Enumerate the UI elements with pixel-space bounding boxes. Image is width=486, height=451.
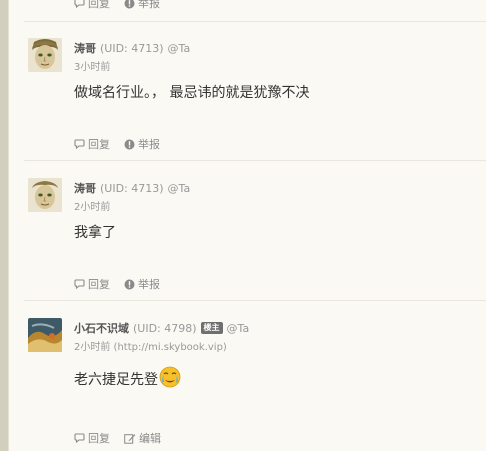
top-post-actions: 回复 举报 bbox=[74, 0, 174, 11]
divider bbox=[24, 21, 486, 22]
avatar[interactable] bbox=[28, 178, 62, 212]
post-actions: 回复 举报 bbox=[74, 136, 174, 152]
at-ta-link[interactable]: @Ta bbox=[168, 42, 191, 55]
report-button[interactable]: 举报 bbox=[124, 136, 160, 152]
author-uid: (UID: 4798) bbox=[133, 321, 197, 335]
comment-icon bbox=[74, 279, 85, 289]
report-label: 举报 bbox=[138, 138, 160, 151]
report-button[interactable]: 举报 bbox=[124, 276, 160, 292]
post-meta: 小石不识域 (UID: 4798) 楼主 @Ta bbox=[74, 320, 249, 336]
post-text: 我拿了 bbox=[74, 225, 116, 241]
author-uid: (UID: 4713) bbox=[100, 41, 164, 55]
post-content: 老六捷足先登 bbox=[74, 366, 181, 392]
edit-label: 编辑 bbox=[139, 432, 161, 445]
avatar[interactable] bbox=[28, 38, 62, 72]
report-label: 举报 bbox=[138, 278, 160, 291]
comment-icon bbox=[74, 0, 85, 8]
reply-label: 回复 bbox=[88, 138, 110, 151]
avatar[interactable] bbox=[28, 318, 62, 352]
reply-button[interactable]: 回复 bbox=[74, 136, 110, 152]
comment-icon bbox=[74, 139, 85, 149]
edit-button[interactable]: 编辑 bbox=[124, 430, 161, 446]
post-actions: 回复 编辑 bbox=[74, 430, 175, 446]
post-actions: 回复 举报 bbox=[74, 276, 174, 292]
reply-label: 回复 bbox=[88, 432, 110, 445]
post-time: 2小时前 (http://mi.skybook.vip) bbox=[74, 342, 227, 353]
at-ta-link[interactable]: @Ta bbox=[227, 322, 250, 335]
author-uid: (UID: 4713) bbox=[100, 181, 164, 195]
post-item: 涛哥 (UID: 4713) @Ta 2小时前 我拿了 回复 举报 bbox=[0, 178, 486, 298]
reply-label: 回复 bbox=[88, 278, 110, 291]
post-time: 3小时前 bbox=[74, 62, 111, 73]
at-ta-link[interactable]: @Ta bbox=[168, 182, 191, 195]
post-meta: 涛哥 (UID: 4713) @Ta bbox=[74, 40, 190, 56]
post-meta: 涛哥 (UID: 4713) @Ta bbox=[74, 180, 190, 196]
post-content: 做域名行业。， 最忌讳的就是犹豫不决 bbox=[74, 82, 309, 102]
reply-button[interactable]: 回复 bbox=[74, 430, 110, 446]
post-text: 老六捷足先登 bbox=[74, 372, 158, 388]
op-badge: 楼主 bbox=[200, 322, 223, 334]
reply-label: 回复 bbox=[88, 0, 110, 10]
post-item: 小石不识域 (UID: 4798) 楼主 @Ta 2小时前 (http://mi… bbox=[0, 318, 486, 451]
divider bbox=[24, 300, 486, 301]
author-name[interactable]: 涛哥 bbox=[74, 40, 96, 56]
crying-face-emoji bbox=[159, 366, 181, 392]
author-name[interactable]: 涛哥 bbox=[74, 180, 96, 196]
report-label: 举报 bbox=[138, 0, 160, 10]
post-content: 我拿了 bbox=[74, 222, 116, 242]
post-item: 涛哥 (UID: 4713) @Ta 3小时前 做域名行业。， 最忌讳的就是犹豫… bbox=[0, 38, 486, 158]
reply-button[interactable]: 回复 bbox=[74, 276, 110, 292]
exclamation-circle-icon bbox=[124, 0, 135, 9]
exclamation-circle-icon bbox=[124, 279, 135, 290]
author-name[interactable]: 小石不识域 bbox=[74, 320, 129, 336]
post-text: 做域名行业。， 最忌讳的就是犹豫不决 bbox=[74, 85, 310, 101]
reply-button[interactable]: 回复 bbox=[74, 0, 110, 11]
post-time: 2小时前 bbox=[74, 202, 111, 213]
exclamation-circle-icon bbox=[124, 139, 135, 150]
comment-icon bbox=[74, 433, 85, 443]
divider bbox=[24, 160, 486, 161]
edit-icon bbox=[124, 433, 136, 444]
report-button[interactable]: 举报 bbox=[124, 0, 160, 11]
